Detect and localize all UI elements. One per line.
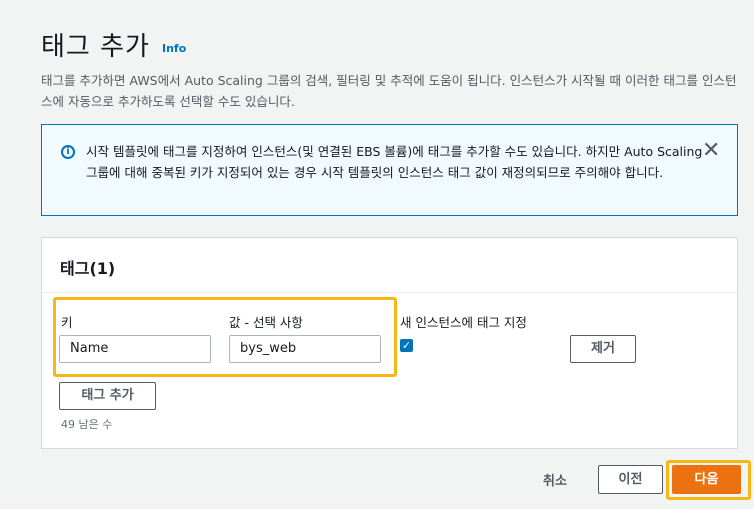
tag-key-input[interactable]: Name [59,335,211,363]
previous-button[interactable]: 이전 [598,465,663,494]
value-column-label: 값 - 선택 사항 [229,315,303,330]
propagate-checkbox[interactable]: ✓ [400,339,413,352]
info-circle-icon: i [61,145,75,159]
remove-tag-button[interactable]: 제거 [570,335,636,363]
page-description: 태그를 추가하면 AWS에서 Auto Scaling 그룹의 검색, 필터링 … [41,73,737,109]
panel-title: 태그(1) [60,259,116,278]
next-button[interactable]: 다음 [672,465,741,494]
alert-text: 시작 템플릿에 태그를 지정하여 인스턴스(및 연결된 EBS 볼륨)에 태그를… [86,144,703,180]
key-column-label: 키 [61,315,73,330]
cancel-button[interactable]: 취소 [543,470,567,489]
tag-value-input[interactable]: bys_web [229,335,381,363]
close-icon[interactable]: ✕ [702,139,720,163]
info-alert: i 시작 템플릿에 태그를 지정하여 인스턴스(및 연결된 EBS 볼륨)에 태… [41,124,738,216]
panel-header: 태그(1) [42,238,737,293]
page-title: 태그 추가 [41,32,150,62]
info-link[interactable]: Info [162,42,186,55]
propagate-column-label: 새 인스턴스에 태그 지정 [400,315,527,330]
add-tag-button[interactable]: 태그 추가 [59,382,156,410]
remaining-tags-hint: 49 남은 수 [61,418,113,431]
